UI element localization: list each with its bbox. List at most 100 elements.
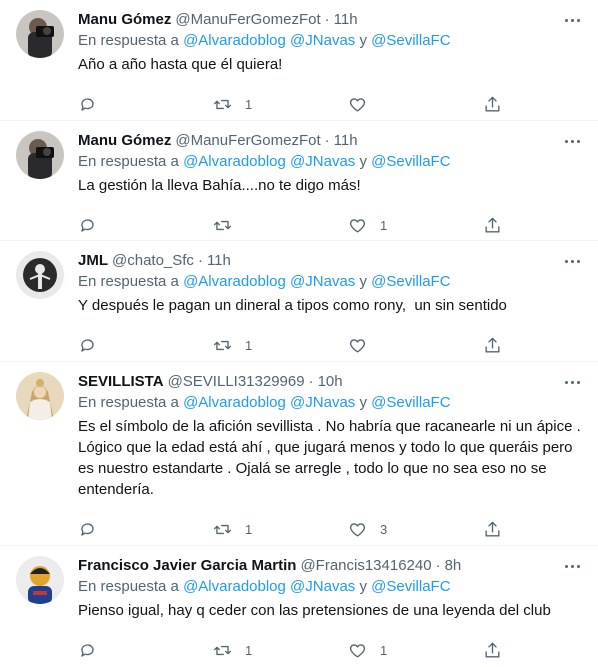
mention-link[interactable]: @Alvaradoblog: [183, 578, 286, 595]
like-icon: [349, 522, 366, 537]
share-button[interactable]: [483, 336, 502, 355]
mention-link[interactable]: @SevillaFC: [371, 273, 450, 290]
reply-conjunction: y: [359, 273, 367, 290]
tweet[interactable]: Manu Gómez @ManuFerGomezFot · 11h En res…: [0, 0, 598, 121]
tweet-actions: 1: [78, 87, 503, 121]
like-count: 1: [380, 217, 388, 233]
avatar[interactable]: [16, 251, 64, 299]
share-icon: [485, 337, 500, 353]
retweet-button[interactable]: 1: [213, 641, 348, 660]
separator-dot: ·: [435, 557, 441, 574]
avatar[interactable]: [16, 131, 64, 179]
reply-prefix: En respuesta a: [78, 273, 179, 290]
reply-context: En respuesta a @Alvaradoblog @JNavas y @…: [78, 393, 582, 413]
timestamp[interactable]: 8h: [445, 556, 462, 576]
mention-link[interactable]: @SevillaFC: [371, 578, 450, 595]
more-icon[interactable]: [562, 12, 582, 28]
share-button[interactable]: [483, 216, 502, 235]
user-handle[interactable]: @Francis13416240: [300, 556, 431, 576]
retweet-count: 1: [245, 521, 253, 537]
user-handle[interactable]: @ManuFerGomezFot: [175, 131, 320, 151]
like-button[interactable]: 3: [348, 520, 483, 539]
avatar[interactable]: [16, 556, 64, 604]
tweet[interactable]: Manu Gómez @ManuFerGomezFot · 11h En res…: [0, 121, 598, 241]
tweet-text: Y después le pagan un dineral a tipos co…: [78, 297, 507, 314]
timestamp[interactable]: 11h: [207, 251, 231, 271]
reply-conjunction: y: [359, 578, 367, 595]
mention-link[interactable]: @SevillaFC: [371, 32, 450, 49]
more-icon[interactable]: [562, 558, 582, 574]
tweet-actions: 1 3: [78, 512, 503, 546]
reply-button[interactable]: [78, 641, 213, 660]
retweet-button[interactable]: 1: [213, 336, 348, 355]
retweet-button[interactable]: [213, 216, 348, 235]
separator-dot: ·: [308, 373, 314, 390]
tweet-actions: 1 1: [78, 633, 503, 667]
share-button[interactable]: [483, 95, 502, 114]
user-handle[interactable]: @chato_Sfc: [112, 251, 194, 271]
mention-link[interactable]: @Alvaradoblog: [183, 32, 286, 49]
display-name[interactable]: Manu Gómez: [78, 10, 171, 30]
retweet-icon: [213, 340, 232, 350]
tweet-actions: 1: [78, 328, 503, 362]
mention-link[interactable]: @Alvaradoblog: [183, 153, 286, 170]
tweet-text: Es el símbolo de la afición sevillista .…: [78, 418, 585, 498]
reply-button[interactable]: [78, 520, 213, 539]
reply-icon: [81, 97, 94, 111]
share-button[interactable]: [483, 641, 502, 660]
like-button[interactable]: 1: [348, 216, 483, 235]
user-handle[interactable]: @ManuFerGomezFot: [175, 10, 320, 30]
retweet-button[interactable]: 1: [213, 520, 348, 539]
reply-button[interactable]: [78, 95, 213, 114]
timestamp[interactable]: 11h: [334, 10, 358, 30]
like-icon: [349, 218, 366, 233]
mention-link[interactable]: @JNavas: [290, 273, 355, 290]
user-handle[interactable]: @SEVILLI31329969: [168, 372, 305, 392]
avatar[interactable]: [16, 10, 64, 58]
reply-prefix: En respuesta a: [78, 394, 179, 411]
tweet[interactable]: SEVILLISTA @SEVILLI31329969 · 10h En res…: [0, 362, 598, 546]
reply-button[interactable]: [78, 336, 213, 355]
separator-dot: ·: [324, 132, 330, 149]
display-name[interactable]: Manu Gómez: [78, 131, 171, 151]
reply-button[interactable]: [78, 216, 213, 235]
like-button[interactable]: [348, 95, 483, 114]
more-icon[interactable]: [562, 253, 582, 269]
like-count: 3: [380, 521, 388, 537]
display-name[interactable]: JML: [78, 251, 108, 271]
share-icon: [485, 642, 500, 658]
tweet-feed: Manu Gómez @ManuFerGomezFot · 11h En res…: [0, 0, 598, 663]
share-icon: [485, 96, 500, 112]
like-button[interactable]: 1: [348, 641, 483, 660]
reply-context: En respuesta a @Alvaradoblog @JNavas y @…: [78, 577, 582, 597]
avatar[interactable]: [16, 372, 64, 420]
mention-link[interactable]: @SevillaFC: [371, 394, 450, 411]
tweet-text: Año a año hasta que él quiera!: [78, 56, 283, 73]
tweet[interactable]: JML @chato_Sfc · 11h En respuesta a @Alv…: [0, 241, 598, 362]
timestamp[interactable]: 10h: [318, 372, 343, 392]
more-icon[interactable]: [562, 133, 582, 149]
retweet-icon: [213, 524, 232, 534]
tweet[interactable]: Francisco Javier Garcia Martin @Francis1…: [0, 546, 598, 663]
reply-prefix: En respuesta a: [78, 153, 179, 170]
more-icon[interactable]: [562, 374, 582, 390]
timestamp[interactable]: 11h: [334, 131, 358, 151]
retweet-button[interactable]: 1: [213, 95, 348, 114]
mention-link[interactable]: @JNavas: [290, 394, 355, 411]
display-name[interactable]: Francisco Javier Garcia Martin: [78, 556, 296, 576]
mention-link[interactable]: @SevillaFC: [371, 153, 450, 170]
share-button[interactable]: [483, 520, 502, 539]
mention-link[interactable]: @JNavas: [290, 32, 355, 49]
display-name[interactable]: SEVILLISTA: [78, 372, 164, 392]
tweet-actions: 1: [78, 208, 503, 242]
mention-link[interactable]: @JNavas: [290, 578, 355, 595]
reply-conjunction: y: [359, 394, 367, 411]
reply-icon: [81, 643, 94, 657]
mention-link[interactable]: @JNavas: [290, 153, 355, 170]
mention-link[interactable]: @Alvaradoblog: [183, 394, 286, 411]
reply-icon: [81, 218, 94, 232]
share-icon: [485, 521, 500, 537]
mention-link[interactable]: @Alvaradoblog: [183, 273, 286, 290]
reply-prefix: En respuesta a: [78, 32, 179, 49]
like-button[interactable]: [348, 336, 483, 355]
